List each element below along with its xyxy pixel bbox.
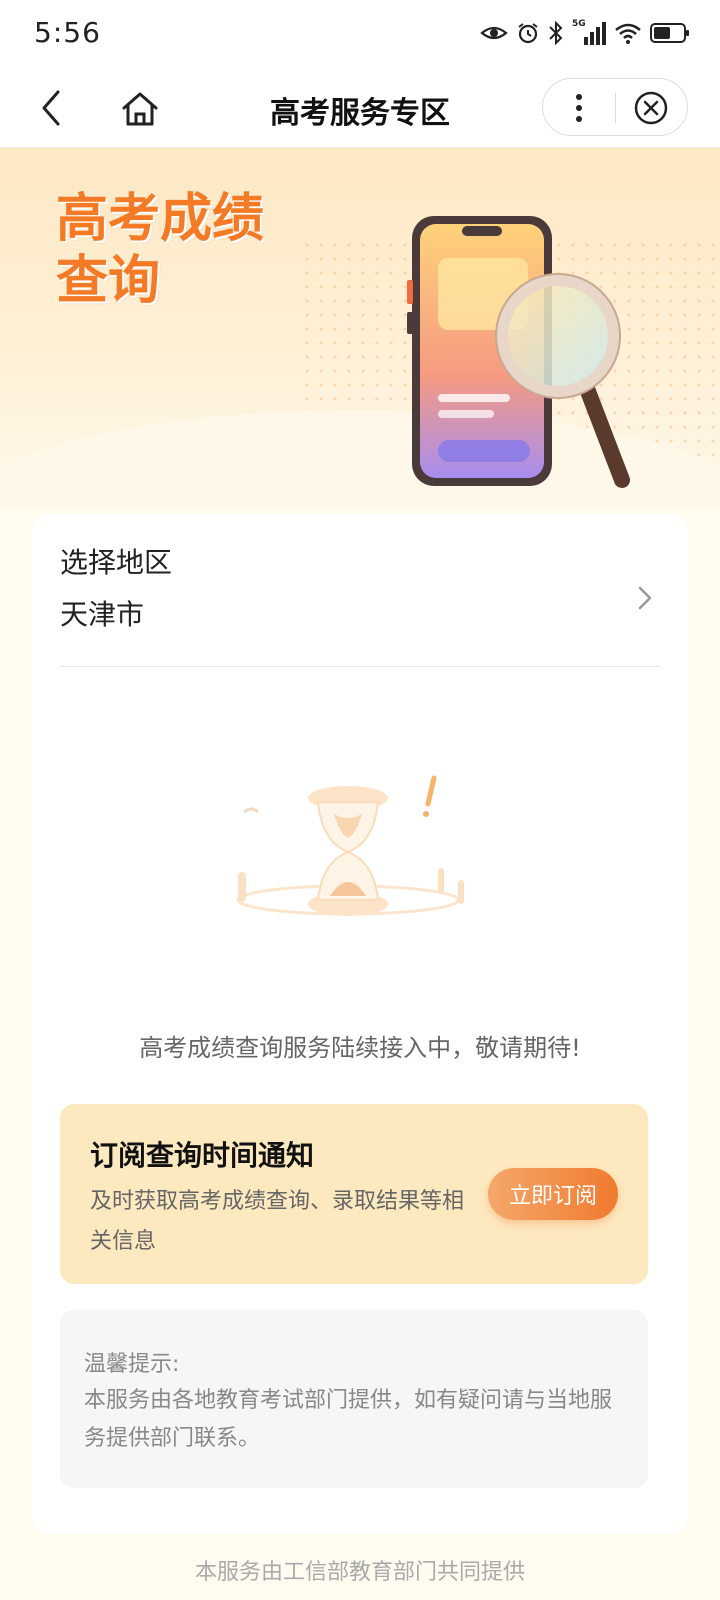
tips-panel: 温馨提示: 本服务由各地教育考试部门提供，如有疑问请与当地服务提供部门联系。	[60, 1310, 648, 1488]
subscribe-description: 及时获取高考成绩查询、录取结果等相关信息	[90, 1189, 465, 1254]
hourglass-illustration	[236, 775, 464, 916]
more-button[interactable]	[543, 79, 615, 137]
tips-title: 温馨提示:	[84, 1352, 180, 1377]
mini-program-capsule	[542, 78, 688, 136]
hero-title: 高考成绩 查询	[56, 188, 264, 312]
hero-banner: 高考成绩 查询	[0, 148, 720, 508]
subscribe-title: 订阅查询时间通知	[90, 1139, 315, 1172]
hero-title-line1: 高考成绩	[56, 189, 265, 249]
status-icons: 5G	[480, 19, 690, 46]
status-time: 5:56	[34, 16, 101, 49]
status-bar: 5:56 5G	[0, 0, 720, 70]
close-button[interactable]	[615, 79, 687, 137]
chevron-right-icon	[638, 586, 652, 610]
phone-magnifier-illustration	[407, 216, 630, 488]
main-card: 选择地区 天津市 高考成绩查询服务陆续接入中，敬请期待! 订阅查询时间通知 及时…	[32, 514, 688, 1534]
hero-title-line2: 查询	[56, 251, 161, 311]
divider	[60, 666, 660, 667]
close-circle-icon	[634, 91, 668, 125]
subscribe-button[interactable]: 立即订阅	[488, 1168, 618, 1220]
empty-state-message: 高考成绩查询服务陆续接入中，敬请期待!	[139, 1034, 581, 1062]
more-dots-icon	[576, 94, 582, 122]
subscribe-panel: 订阅查询时间通知 及时获取高考成绩查询、录取结果等相关信息 立即订阅	[60, 1104, 648, 1284]
region-label: 选择地区	[60, 546, 173, 579]
footer-note: 本服务由工信部教育部门共同提供	[194, 1560, 525, 1585]
battery-icon	[650, 23, 689, 43]
nav-bar: 高考服务专区	[0, 70, 720, 148]
region-selector[interactable]: 选择地区 天津市	[60, 542, 660, 662]
signal-icon: 5G	[572, 19, 606, 45]
alarm-icon	[518, 23, 538, 44]
region-value: 天津市	[60, 598, 145, 631]
eye-icon	[480, 26, 508, 40]
wifi-icon	[615, 23, 641, 44]
tips-body: 本服务由各地教育考试部门提供，如有疑问请与当地服务提供部门联系。	[84, 1388, 613, 1451]
bluetooth-icon	[549, 20, 563, 46]
